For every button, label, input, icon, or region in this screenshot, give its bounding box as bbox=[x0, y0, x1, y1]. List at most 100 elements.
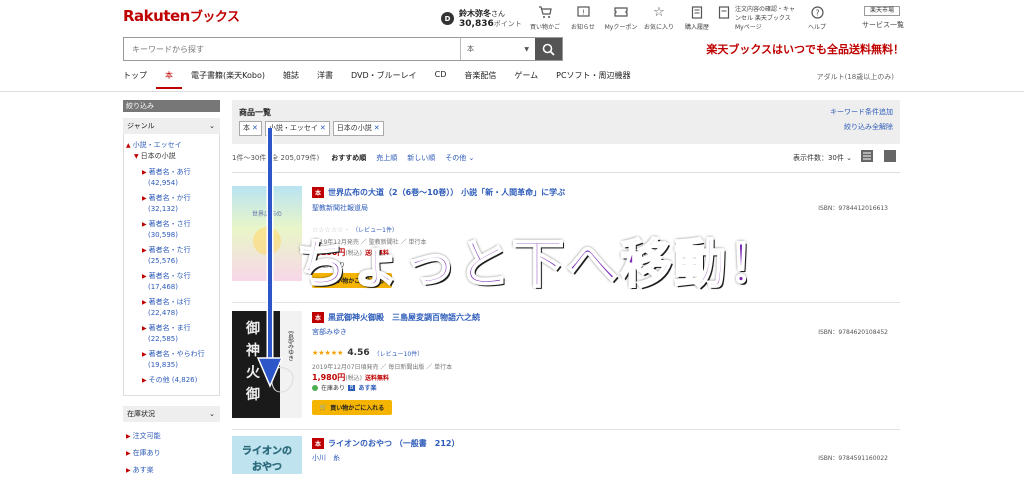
filter-box: 商品一覧 本 ✕ 小説・エッセイ ✕ 日本の小説 ✕ キーワード条件追加 絞り込み全解… bbox=[232, 100, 900, 144]
points-value: 30,836 bbox=[459, 19, 494, 29]
rating: ★★★★★ 4.56 （レビュー10件） bbox=[312, 348, 424, 358]
tab-music[interactable]: 音楽配信 bbox=[455, 70, 505, 89]
genre-other[interactable]: ▶ その他 (4,826) bbox=[126, 375, 220, 386]
book-badge: 本 bbox=[312, 187, 325, 198]
item-author[interactable]: 小川 糸 bbox=[312, 453, 340, 463]
tab-ebooks[interactable]: 電子書籍(楽天Kobo) bbox=[182, 70, 274, 89]
item-author[interactable]: 宮部みゆき bbox=[312, 327, 347, 337]
stock-in-stock[interactable]: ▶ 在庫あり bbox=[126, 445, 161, 462]
item-title[interactable]: 本黒武御神火御殿 三島屋変調百物語六之続 bbox=[312, 312, 480, 323]
triangle-right-icon: ▶ bbox=[142, 169, 147, 176]
list-item: 御 神 火 御 宮部みゆき 本黒武御神火御殿 三島屋変調百物語六之続 宮部みゆき… bbox=[232, 305, 900, 430]
item-author[interactable]: 聖教新聞社報道局 bbox=[312, 203, 368, 213]
item-isbn: ISBN：9784591160022 bbox=[818, 455, 888, 462]
filter-chip[interactable]: 日本の小説 ✕ bbox=[332, 121, 384, 136]
triangle-right-icon: ▶ bbox=[142, 325, 147, 332]
adult-link[interactable]: アダルト(18歳以上のみ) bbox=[817, 72, 894, 82]
genre-author-yarawa[interactable]: ▶ 著者名・やらわ行 bbox=[126, 349, 220, 360]
triangle-right-icon: ▶ bbox=[126, 450, 131, 457]
stock-title[interactable]: 在庫状況 ⌄ bbox=[123, 406, 220, 422]
triangle-right-icon: ▶ bbox=[142, 273, 147, 280]
chevron-down-icon: ⌄ bbox=[846, 154, 852, 162]
tab-top[interactable]: トップ bbox=[123, 70, 156, 89]
stock-orderable[interactable]: ▶ 注文可能 bbox=[126, 428, 161, 445]
genre-japanese-novel[interactable]: ▼ 日本の小説 bbox=[126, 151, 220, 162]
genre-title[interactable]: ジャンル ⌄ bbox=[123, 118, 220, 134]
stock-asuraku[interactable]: ▶ あす楽 bbox=[126, 462, 161, 479]
cart-icon bbox=[537, 4, 553, 20]
product-list-title: 商品一覧 bbox=[239, 108, 271, 117]
nav-mypage[interactable]: 注文内容の確認・キャンセル 楽天ブックスMyページ bbox=[716, 4, 798, 31]
search-button[interactable] bbox=[535, 38, 562, 60]
genre-author-ta[interactable]: ▶ 著者名・た行 bbox=[126, 245, 220, 256]
genre-author-sa[interactable]: ▶ 著者名・さ行 bbox=[126, 219, 220, 230]
chevron-down-icon: ▼ bbox=[524, 45, 529, 53]
item-title[interactable]: 本世界広布の大道（2（6巻〜10巻）） 小説「新・人間革命」に学ぶ bbox=[312, 187, 565, 198]
coupon-icon bbox=[613, 4, 629, 20]
divider bbox=[0, 91, 1024, 92]
svg-text:おやつ: おやつ bbox=[252, 461, 282, 473]
triangle-right-icon: ▶ bbox=[126, 467, 131, 474]
rakuten-books-logo[interactable]: Rakutenブックス bbox=[123, 6, 240, 25]
tab-foreign-books[interactable]: 洋書 bbox=[308, 70, 342, 89]
scroll-instruction-caption: ちょっと下へ移動！ bbox=[295, 234, 783, 296]
book-badge: 本 bbox=[312, 312, 325, 323]
category-select[interactable]: 本 ▼ bbox=[460, 38, 535, 60]
triangle-right-icon: ▶ bbox=[142, 351, 147, 358]
rakuten-ichiba-link[interactable]: 楽天市場 bbox=[864, 6, 900, 16]
nav-history[interactable]: 購入履歴 bbox=[678, 4, 716, 31]
grid-view-icon[interactable] bbox=[884, 150, 896, 162]
nav-cart[interactable]: 買い物かご bbox=[526, 4, 564, 31]
item-isbn: ISBN：9784620108452 bbox=[818, 329, 888, 336]
book-cover-image[interactable]: ライオンの おやつ bbox=[232, 436, 302, 474]
sort-sales[interactable]: 売上順 bbox=[376, 153, 397, 163]
svg-text:宮部みゆき: 宮部みゆき bbox=[287, 330, 294, 361]
nav-notifications[interactable]: ! お知らせ bbox=[564, 4, 602, 31]
divider bbox=[232, 302, 900, 303]
tab-games[interactable]: ゲーム bbox=[505, 70, 547, 89]
close-icon[interactable]: ✕ bbox=[320, 124, 326, 132]
genre-author-na[interactable]: ▶ 著者名・な行 bbox=[126, 271, 220, 282]
book-badge: 本 bbox=[312, 438, 325, 449]
category-nav: トップ 本 電子書籍(楽天Kobo) 雑誌 洋書 DVD・ブルーレイ CD 音楽… bbox=[123, 70, 640, 89]
user-info[interactable]: D 鈴木弥冬さん 30,836ポイント bbox=[441, 8, 522, 29]
clear-all-link[interactable]: 絞り込み全解除 bbox=[844, 122, 893, 132]
genre-novel-essay[interactable]: ▲ 小説・エッセイ bbox=[126, 140, 220, 151]
nav-coupon[interactable]: Myクーポン bbox=[602, 4, 640, 31]
svg-text:?: ? bbox=[815, 8, 819, 17]
chevron-down-icon: ⌄ bbox=[209, 122, 215, 130]
search-input[interactable] bbox=[124, 38, 460, 60]
search-icon bbox=[542, 43, 555, 56]
tab-magazines[interactable]: 雑誌 bbox=[274, 70, 308, 89]
per-page-select[interactable]: 表示件数：30件 ⌄ bbox=[793, 153, 852, 163]
nav-help[interactable]: ? ヘルプ bbox=[798, 4, 836, 31]
genre-author-ka[interactable]: ▶ 著者名・か行 bbox=[126, 193, 220, 204]
sort-newest[interactable]: 新しい順 bbox=[407, 153, 435, 163]
genre-author-ha[interactable]: ▶ 著者名・は行 bbox=[126, 297, 220, 308]
review-link[interactable]: （レビュー10件） bbox=[374, 349, 424, 358]
divider bbox=[232, 172, 900, 173]
close-icon[interactable]: ✕ bbox=[374, 124, 380, 132]
genre-author-a[interactable]: ▶ 著者名・あ行 bbox=[126, 167, 220, 178]
service-list-link[interactable]: サービス一覧 bbox=[862, 20, 904, 30]
triangle-right-icon: ▶ bbox=[142, 195, 147, 202]
tab-pc-software[interactable]: PCソフト・周辺機器 bbox=[547, 70, 639, 89]
list-item: ライオンのおやつ 本ライオンのおやつ （一般書 212） 小川 糸 ISBN：9… bbox=[232, 434, 900, 474]
sort-recommended[interactable]: おすすめ順 bbox=[331, 153, 366, 163]
item-title[interactable]: 本ライオンのおやつ （一般書 212） bbox=[312, 438, 460, 449]
list-view-icon[interactable] bbox=[861, 150, 873, 162]
search-bar: 本 ▼ bbox=[123, 37, 563, 61]
tab-dvd[interactable]: DVD・ブルーレイ bbox=[342, 70, 426, 89]
tab-cd[interactable]: CD bbox=[426, 70, 456, 89]
tab-books[interactable]: 本 bbox=[156, 70, 182, 89]
genre-author-ma[interactable]: ▶ 著者名・ま行 bbox=[126, 323, 220, 334]
add-to-cart-button[interactable]: 🛒 買い物かごに入れる bbox=[312, 400, 392, 415]
add-keyword-condition-link[interactable]: キーワード条件追加 bbox=[830, 107, 893, 117]
svg-text:ライオンの: ライオンの bbox=[242, 445, 292, 457]
item-price: 1,980円(税込) 送料無料 bbox=[312, 373, 390, 382]
mypage-icon bbox=[716, 4, 732, 20]
sort-other[interactable]: その他 ⌄ bbox=[445, 153, 474, 163]
chevron-down-icon: ⌄ bbox=[468, 154, 475, 162]
nav-favorites[interactable]: ☆ お気に入り bbox=[640, 4, 678, 32]
svg-text:御: 御 bbox=[245, 386, 260, 403]
